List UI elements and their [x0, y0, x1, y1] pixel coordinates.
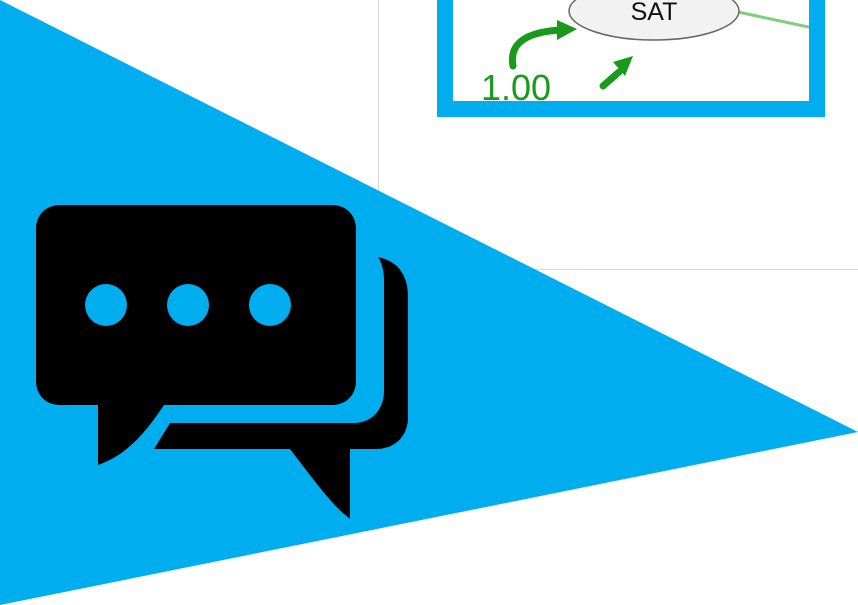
chat-bubbles-icon — [36, 205, 408, 519]
screenshot-canvas: SAT 1.00 — [0, 0, 858, 605]
